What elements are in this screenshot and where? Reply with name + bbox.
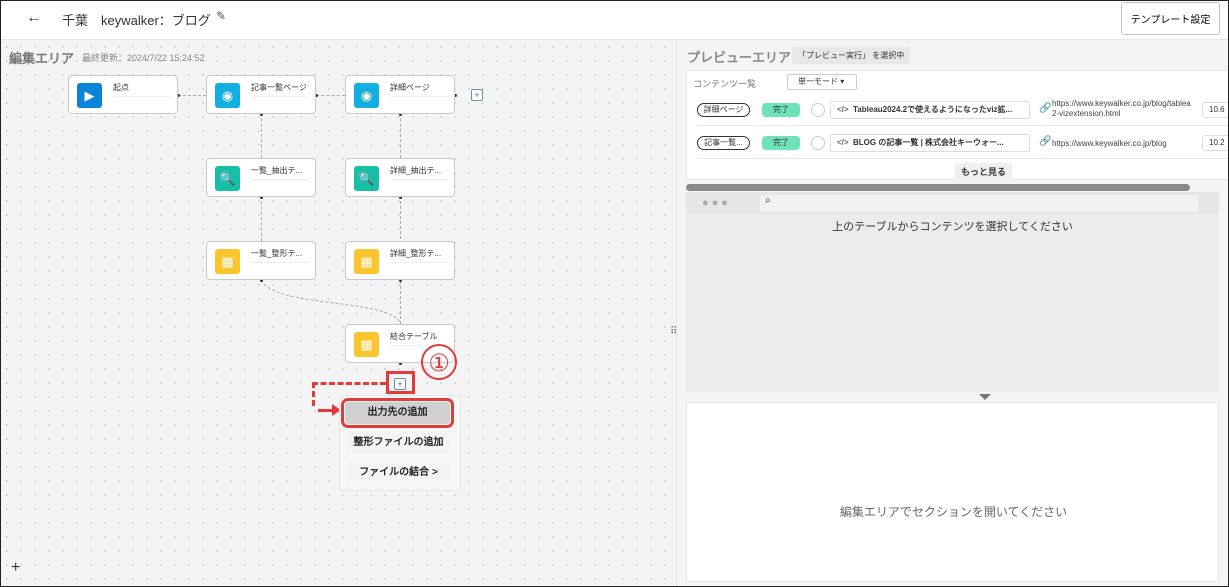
menu-add-output[interactable]: 出力先の追加 bbox=[341, 398, 454, 428]
table-row[interactable]: 詳細ページ 完了 </> Tableau2024.2で使えるようになったviz拡… bbox=[697, 96, 1229, 126]
horizontal-scrollbar[interactable] bbox=[686, 184, 1190, 191]
node-list-format[interactable]: ▦ 一覧_整形テ... bbox=[206, 241, 316, 280]
status-badge: 完了 bbox=[762, 103, 800, 117]
section-panel: 編集エリアでセクションを開いてください bbox=[686, 402, 1219, 582]
annotation-highlight bbox=[386, 371, 415, 394]
content-list: コンテンツ一覧 単一モード ▾ 詳細ページ 完了 </> Tableau2024… bbox=[686, 70, 1229, 180]
project-title: 千葉 keywalker：ブログ bbox=[62, 13, 211, 28]
add-icon[interactable]: + bbox=[11, 559, 20, 577]
row-radio[interactable] bbox=[811, 136, 825, 150]
show-more-button[interactable]: もっと見る bbox=[955, 163, 1013, 180]
mode-select[interactable]: 単一モード ▾ bbox=[787, 74, 857, 90]
table-icon: ▦ bbox=[215, 249, 240, 274]
globe-icon: ◉ bbox=[354, 83, 379, 108]
content-url: https://www.keywalker.co.jp/blog bbox=[1052, 139, 1167, 148]
section-message: 編集エリアでセクションを開いてください bbox=[839, 505, 1068, 519]
edit-pencil-icon[interactable]: ✎ bbox=[216, 9, 226, 23]
edit-area-title: 編集エリア bbox=[9, 51, 75, 66]
table-icon: ▦ bbox=[354, 249, 379, 274]
globe-icon: ◉ bbox=[215, 83, 240, 108]
node-start[interactable]: ▶ 起点 bbox=[68, 75, 178, 114]
content-title: </> Tableau2024.2で使えるようになったviz拡... bbox=[830, 101, 1030, 119]
link-icon: 🔗 bbox=[1039, 103, 1052, 114]
content-title: </> BLOG の記事一覧 | 株式会社キーウォー... bbox=[830, 134, 1030, 152]
node-detail-format[interactable]: ▦ 詳細_整形テ... bbox=[345, 241, 455, 280]
node-article-list-page[interactable]: ◉ 記事一覧ページ bbox=[206, 75, 316, 114]
node-detail-extract[interactable]: 🔍 詳細_抽出テ... bbox=[345, 158, 455, 197]
browser-preview: ●●● ⌕ 上のテーブルからコンテンツを選択してください bbox=[686, 192, 1219, 392]
header: ← 千葉 keywalker：ブログ ✎ テンプレート設定 bbox=[0, 0, 1229, 40]
content-list-label: コンテンツ一覧 bbox=[693, 79, 757, 89]
menu-add-format-file[interactable]: 整形ファイルの追加 bbox=[346, 432, 451, 454]
document-search-icon: 🔍 bbox=[215, 166, 240, 191]
play-icon: ▶ bbox=[77, 83, 102, 108]
status-badge: 完了 bbox=[762, 136, 800, 150]
add-menu: 出力先の追加 整形ファイルの追加 ファイルの結合 > bbox=[339, 395, 461, 491]
table-icon: ▦ bbox=[354, 332, 379, 357]
menu-join-files[interactable]: ファイルの結合 > bbox=[346, 462, 451, 484]
browser-message: 上のテーブルからコンテンツを選択してください bbox=[832, 221, 1073, 233]
content-url: https://www.keywalker.co.jp/blog/tablea 2… bbox=[1052, 99, 1191, 118]
template-settings-button[interactable]: テンプレート設定 bbox=[1121, 2, 1220, 35]
node-list-extract[interactable]: 🔍 一覧_抽出テ... bbox=[206, 158, 316, 197]
annotation-number: ① bbox=[421, 344, 457, 380]
browser-search-icon[interactable]: ⌕ bbox=[760, 195, 1198, 212]
last-updated: 最終更新：2024/7/22 15:24:52 bbox=[82, 53, 205, 63]
table-row[interactable]: 記事一覧... 完了 </> BLOG の記事一覧 | 株式会社キーウォー...… bbox=[697, 129, 1229, 159]
back-arrow-icon[interactable]: ← bbox=[26, 9, 42, 27]
collapse-triangle-icon[interactable] bbox=[979, 394, 991, 400]
add-node-button[interactable]: + bbox=[471, 89, 483, 101]
preview-status: 「プレビュー実行」 を選択中 bbox=[792, 47, 911, 64]
node-detail-page[interactable]: ◉ 詳細ページ bbox=[345, 75, 455, 114]
preview-title: プレビューエリア bbox=[687, 50, 792, 65]
document-search-icon: 🔍 bbox=[354, 166, 379, 191]
window-dots-icon: ●●● bbox=[702, 197, 731, 209]
row-radio[interactable] bbox=[811, 103, 825, 117]
link-icon: 🔗 bbox=[1039, 136, 1052, 147]
